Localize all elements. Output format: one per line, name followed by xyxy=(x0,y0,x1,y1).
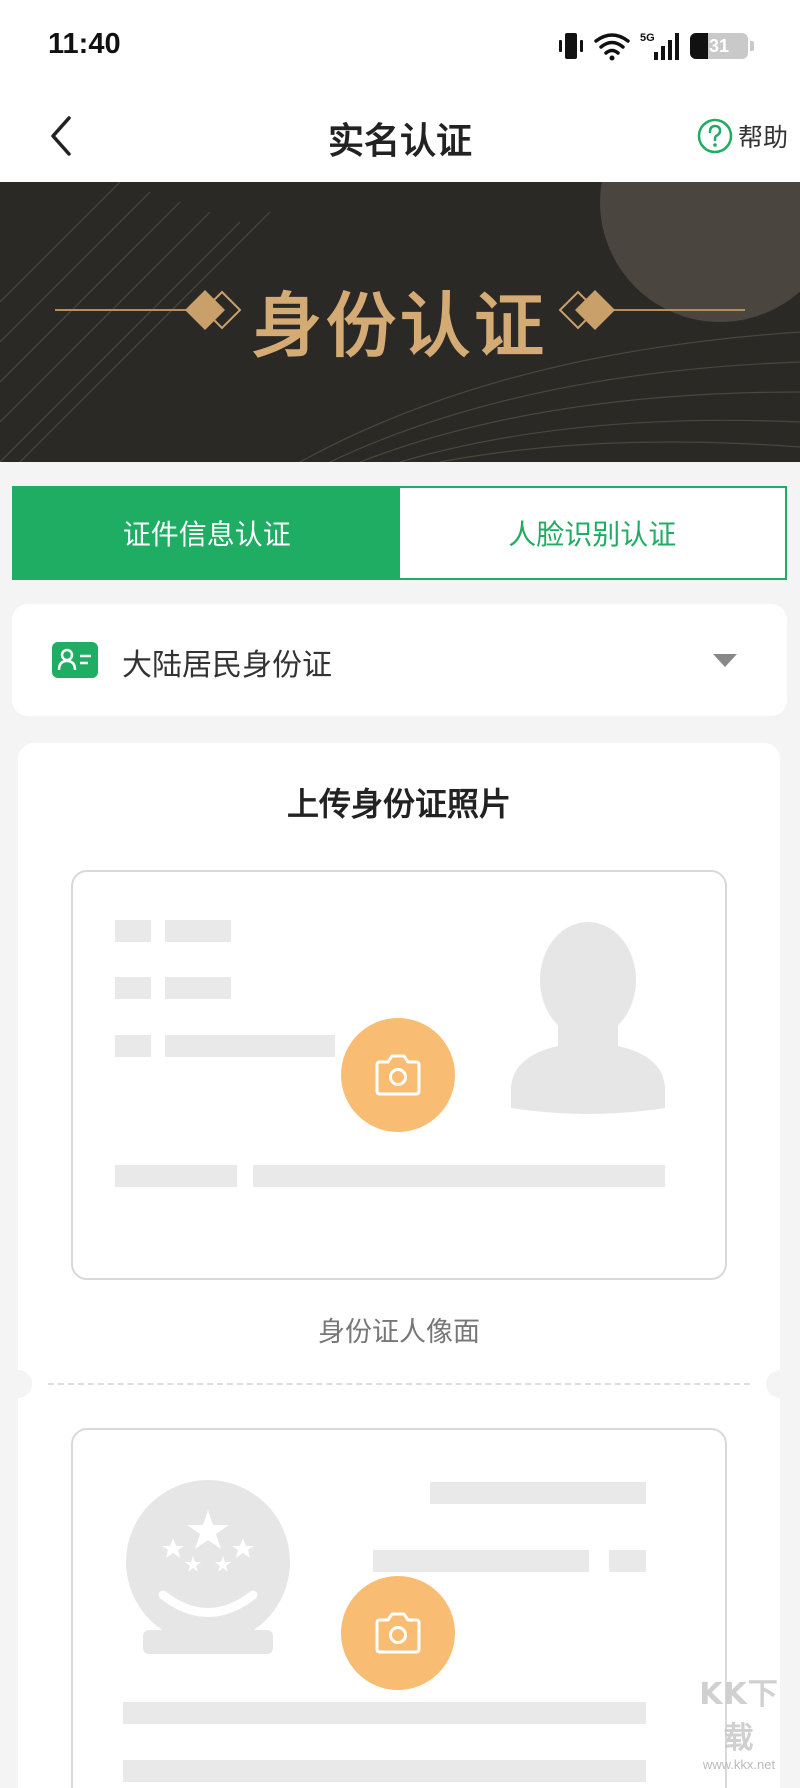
placeholder-bar xyxy=(115,1035,151,1057)
national-emblem-icon xyxy=(126,1480,290,1654)
back-camera-button[interactable] xyxy=(341,1576,455,1690)
id-type-label: 大陆居民身份证 xyxy=(122,648,332,683)
portrait-silhouette-icon xyxy=(511,922,665,1114)
id-front-upload[interactable] xyxy=(71,870,727,1280)
placeholder-bar xyxy=(165,1035,335,1057)
upload-card: 上传身份证照片 身份证人像面 xyxy=(4,743,794,1788)
placeholder-bar xyxy=(430,1482,646,1504)
front-camera-button[interactable] xyxy=(341,1018,455,1132)
placeholder-bar xyxy=(115,1165,237,1187)
placeholder-bar xyxy=(115,920,151,942)
status-icons: 5G 31 xyxy=(558,28,754,64)
watermark-sub: www.kkx.net xyxy=(702,1757,776,1772)
wifi-icon xyxy=(594,33,630,61)
banner-title: 身份认证 xyxy=(252,285,548,367)
nav-bar: 实名认证 帮助 xyxy=(0,90,800,182)
tab-face-recognition[interactable]: 人脸识别认证 xyxy=(399,488,785,578)
battery-icon: 31 xyxy=(690,33,748,59)
watermark-main: KK下载 xyxy=(699,1677,779,1756)
network-label: 5G xyxy=(640,32,655,44)
placeholder-bar xyxy=(123,1760,646,1782)
page-title: 实名认证 xyxy=(327,121,472,162)
battery-level: 31 xyxy=(708,36,730,56)
placeholder-bar xyxy=(165,977,231,999)
dashed-divider xyxy=(48,1383,750,1385)
placeholder-bar xyxy=(253,1165,665,1187)
camera-icon xyxy=(375,1054,421,1096)
status-bar: 11:40 5G 31 xyxy=(0,0,800,90)
vibrate-icon xyxy=(559,33,583,59)
placeholder-bar xyxy=(373,1550,589,1572)
question-circle-icon xyxy=(697,118,733,154)
placeholder-bar xyxy=(165,920,231,942)
help-label: 帮助 xyxy=(737,123,788,152)
id-back-upload[interactable] xyxy=(71,1428,727,1788)
battery-cap xyxy=(750,41,754,51)
card-notch-left xyxy=(4,1370,32,1398)
signal-icon: 5G xyxy=(640,32,679,60)
upload-title: 上传身份证照片 xyxy=(286,785,511,823)
card-notch-right xyxy=(766,1370,794,1398)
banner: 身份认证 xyxy=(0,182,800,462)
placeholder-bar xyxy=(115,977,151,999)
placeholder-bar xyxy=(609,1550,646,1572)
front-caption: 身份证人像面 xyxy=(318,1317,480,1348)
camera-icon xyxy=(375,1612,421,1654)
auth-tabs: 证件信息认证 人脸识别认证 xyxy=(12,486,787,580)
id-type-select[interactable]: 大陆居民身份证 xyxy=(12,604,787,716)
id-card-icon xyxy=(52,642,98,678)
tab-document-info[interactable]: 证件信息认证 xyxy=(14,488,400,578)
status-time: 11:40 xyxy=(48,28,121,60)
watermark: KK下载 www.kkx.net xyxy=(684,1669,794,1772)
placeholder-bar xyxy=(123,1702,646,1724)
help-button[interactable]: 帮助 xyxy=(696,106,788,166)
dropdown-arrow-icon xyxy=(713,654,737,667)
